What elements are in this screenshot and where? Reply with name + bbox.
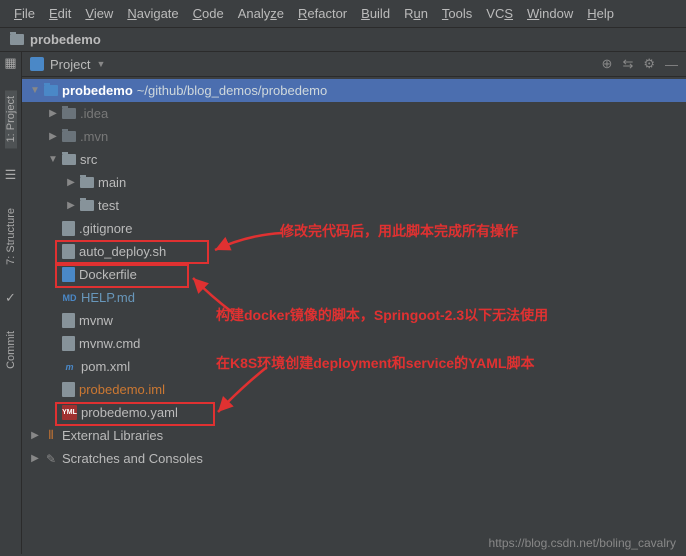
locate-icon[interactable]: ⊕ xyxy=(602,56,613,72)
yaml-file-icon: YML xyxy=(62,405,77,420)
project-panel-header: Project ▼ ⊕ ⇆ ⚙ — xyxy=(22,52,686,77)
file-icon xyxy=(62,244,75,259)
file-icon xyxy=(62,313,75,328)
tree-item-iml[interactable]: probedemo.iml xyxy=(22,378,686,401)
project-view-icon xyxy=(30,57,44,71)
tree-item-mvn[interactable]: ▶ .mvn xyxy=(22,125,686,148)
tool-window-tabs: ▦ 1: Project ☰ 7: Structure ✓ Commit xyxy=(0,52,22,554)
menu-window[interactable]: Window xyxy=(521,4,579,23)
tree-item-help[interactable]: MD HELP.md xyxy=(22,286,686,309)
commit-tab-icon[interactable]: ✓ xyxy=(4,291,18,305)
menu-navigate[interactable]: Navigate xyxy=(121,4,184,23)
project-tab-icon[interactable]: ▦ xyxy=(4,56,18,70)
markdown-file-icon: MD xyxy=(62,290,77,305)
root-name: probedemo xyxy=(62,83,133,98)
menu-bar: File Edit View Navigate Code Analyze Ref… xyxy=(0,0,686,28)
breadcrumb: probedemo xyxy=(0,28,686,52)
chevron-down-icon[interactable]: ▼ xyxy=(48,154,58,165)
expand-icon[interactable]: ⇆ xyxy=(622,56,633,72)
folder-icon xyxy=(62,108,76,119)
folder-icon xyxy=(80,177,94,188)
tree-item-test[interactable]: ▶ test xyxy=(22,194,686,217)
structure-tab-icon[interactable]: ☰ xyxy=(4,168,18,182)
maven-file-icon: m xyxy=(62,359,77,374)
menu-help[interactable]: Help xyxy=(581,4,620,23)
menu-build[interactable]: Build xyxy=(355,4,396,23)
menu-edit[interactable]: Edit xyxy=(43,4,77,23)
menu-analyze[interactable]: Analyze xyxy=(232,4,290,23)
tree-item-mvnw[interactable]: mvnw xyxy=(22,309,686,332)
tree-item-auto-deploy[interactable]: auto_deploy.sh xyxy=(22,240,686,263)
tree-item-main[interactable]: ▶ main xyxy=(22,171,686,194)
tree-item-gitignore[interactable]: .gitignore xyxy=(22,217,686,240)
chevron-right-icon[interactable]: ▶ xyxy=(48,108,58,119)
tree-item-dockerfile[interactable]: Dockerfile xyxy=(22,263,686,286)
structure-tab[interactable]: 7: Structure xyxy=(5,202,17,271)
chevron-right-icon[interactable]: ▶ xyxy=(66,200,76,211)
menu-refactor[interactable]: Refactor xyxy=(292,4,353,23)
tree-item-yaml[interactable]: YML probedemo.yaml xyxy=(22,401,686,424)
menu-view[interactable]: View xyxy=(79,4,119,23)
chevron-right-icon[interactable]: ▶ xyxy=(30,430,40,441)
gear-icon[interactable]: ⚙ xyxy=(643,56,655,72)
tree-external-libs[interactable]: ▶ ⫴ External Libraries xyxy=(22,424,686,447)
library-icon: ⫴ xyxy=(44,429,58,443)
scratch-icon: ✎ xyxy=(44,452,58,466)
tree-item-mvnw-cmd[interactable]: mvnw.cmd xyxy=(22,332,686,355)
project-tab[interactable]: 1: Project xyxy=(5,90,17,148)
folder-icon xyxy=(62,131,76,142)
chevron-right-icon[interactable]: ▶ xyxy=(48,131,58,142)
commit-tab[interactable]: Commit xyxy=(5,325,17,375)
file-icon xyxy=(62,382,75,397)
tree-scratches[interactable]: ▶ ✎ Scratches and Consoles xyxy=(22,447,686,470)
project-tree[interactable]: ▼ probedemo ~/github/blog_demos/probedem… xyxy=(22,77,686,554)
folder-icon xyxy=(62,154,76,165)
tree-root[interactable]: ▼ probedemo ~/github/blog_demos/probedem… xyxy=(22,79,686,102)
tree-item-idea[interactable]: ▶ .idea xyxy=(22,102,686,125)
watermark: https://blog.csdn.net/boling_cavalry xyxy=(489,536,676,550)
menu-run[interactable]: Run xyxy=(398,4,434,23)
menu-vcs[interactable]: VCS xyxy=(480,4,519,23)
chevron-right-icon[interactable]: ▶ xyxy=(66,177,76,188)
menu-tools[interactable]: Tools xyxy=(436,4,478,23)
folder-icon xyxy=(10,34,24,45)
file-icon xyxy=(62,336,75,351)
module-icon xyxy=(44,85,58,96)
tree-item-pom[interactable]: m pom.xml xyxy=(22,355,686,378)
panel-title[interactable]: Project xyxy=(50,57,90,72)
chevron-down-icon[interactable]: ▼ xyxy=(30,85,40,96)
tree-item-src[interactable]: ▼ src xyxy=(22,148,686,171)
docker-file-icon xyxy=(62,267,75,282)
hide-icon[interactable]: — xyxy=(665,57,678,72)
chevron-down-icon[interactable]: ▼ xyxy=(96,59,105,69)
root-path: ~/github/blog_demos/probedemo xyxy=(137,83,327,98)
chevron-right-icon[interactable]: ▶ xyxy=(30,453,40,464)
breadcrumb-project[interactable]: probedemo xyxy=(30,32,101,47)
menu-file[interactable]: File xyxy=(8,4,41,23)
menu-code[interactable]: Code xyxy=(187,4,230,23)
folder-icon xyxy=(80,200,94,211)
file-icon xyxy=(62,221,75,236)
